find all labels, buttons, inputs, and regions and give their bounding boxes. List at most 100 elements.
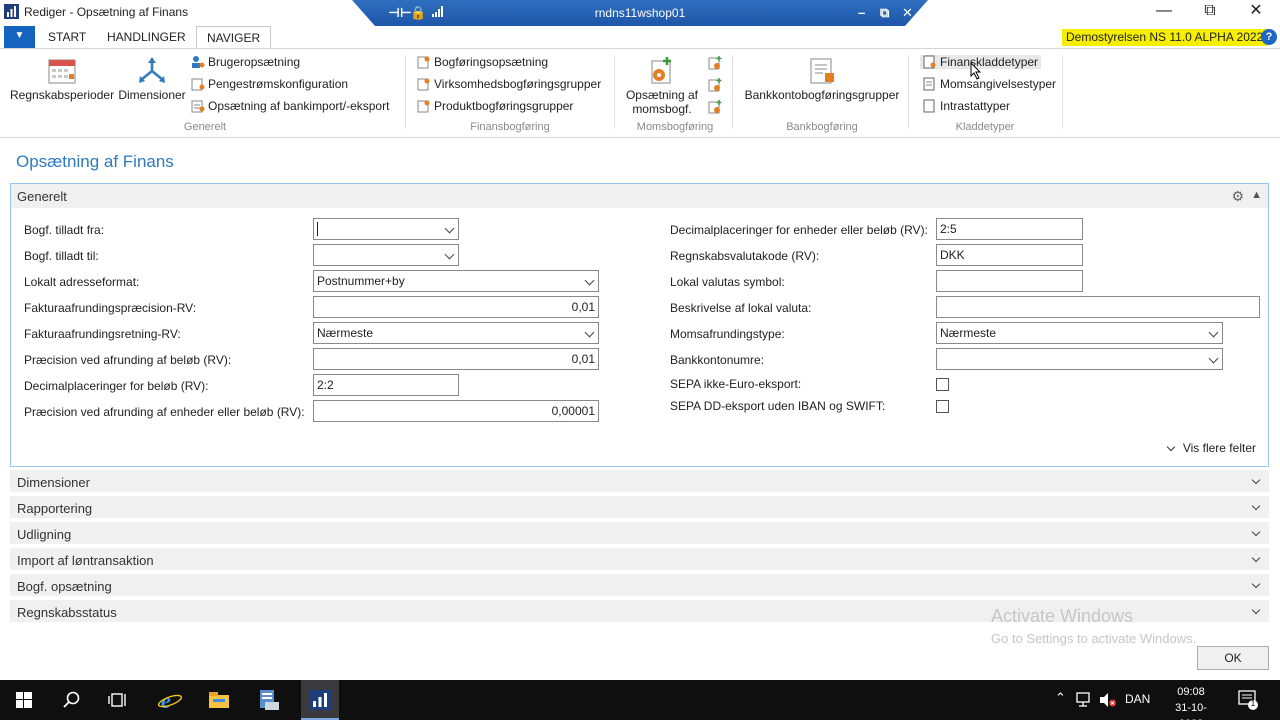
momsbogf-opsaetning-button[interactable]: Opsætning af momsbogf.	[622, 55, 702, 116]
dynamics-nav-icon	[309, 690, 331, 710]
bogf-tilladt-fra-input[interactable]	[313, 218, 459, 240]
fakturaafrundingsretning-select[interactable]: Nærmeste	[313, 322, 599, 344]
show-more-fields-link[interactable]: Vis flere felter	[1166, 441, 1256, 455]
ok-button[interactable]: OK	[1197, 646, 1269, 670]
chevron-down-icon	[444, 249, 455, 260]
group-label-bankbogforing: Bankbogføring	[786, 121, 858, 133]
chevron-up-icon[interactable]: ▲	[1251, 189, 1262, 201]
posting-setup-icon	[417, 56, 430, 69]
fasttab-label: Dimensioner	[17, 475, 90, 490]
momsafrundingstype-select[interactable]: Nærmeste	[936, 322, 1223, 344]
vat-product-group-icon[interactable]	[707, 77, 723, 93]
field-value: Postnummer+by	[317, 274, 405, 288]
regnskabsvalutakode-input[interactable]: DKK	[936, 244, 1083, 266]
vat-statement-icon[interactable]	[707, 99, 723, 115]
remote-close-icon[interactable]: ✕	[902, 5, 913, 21]
fasttab-udligning[interactable]: Udligning	[10, 522, 1269, 546]
text-caret	[317, 222, 318, 236]
fasttab-generelt: Generelt ⚙ ▲ Bogf. tilladt fra: Bogf. ti…	[10, 183, 1269, 467]
taskbar: e ⌃ DAN 09:08 31-10- 1	[0, 680, 1280, 720]
internet-explorer-icon[interactable]: e	[157, 688, 183, 712]
dimensioner-button[interactable]: Dimensioner	[117, 57, 187, 102]
file-explorer-icon[interactable]	[206, 688, 232, 712]
group-label-finansbogforing: Finansbogføring	[470, 121, 550, 133]
praecision-afrunding-beloeb-input[interactable]: 0,01	[313, 348, 599, 370]
ribbon-separator	[1062, 55, 1063, 129]
fasttab-import-loentransaktion[interactable]: Import af løntransaktion	[10, 548, 1269, 572]
intrastattyper-link[interactable]: Intrastattyper	[923, 99, 1010, 113]
fakturaafrundingspraecision-input[interactable]: 0,01	[313, 296, 599, 318]
pengestroms-link[interactable]: Pengestrømskonfiguration	[191, 77, 348, 91]
fasttab-generelt-header[interactable]: Generelt ⚙ ▲	[11, 184, 1268, 208]
volume-muted-icon[interactable]	[1099, 692, 1117, 708]
fasttab-rapportering[interactable]: Rapportering	[10, 496, 1269, 520]
produkt-label: Produktbogføringsgrupper	[434, 99, 574, 113]
remote-restore-icon[interactable]: ⧉	[880, 5, 889, 21]
momsbogf-line1: Opsætning af	[625, 88, 699, 102]
sepa-ikke-euro-checkbox[interactable]	[936, 378, 949, 391]
vat-business-group-icon[interactable]	[707, 55, 723, 71]
fasttab-generelt-label: Generelt	[17, 189, 67, 204]
field-value: 0,01	[571, 300, 595, 314]
search-icon[interactable]	[59, 688, 85, 712]
produkt-link[interactable]: Produktbogføringsgrupper	[417, 99, 573, 113]
field-label: Beskrivelse af lokal valuta:	[670, 301, 812, 315]
field-value: 2:2	[317, 378, 334, 392]
network-icon[interactable]	[1076, 692, 1094, 708]
tab-naviger[interactable]: NAVIGER	[196, 26, 272, 49]
server-manager-icon[interactable]	[255, 688, 281, 712]
vat-setup-icon	[651, 57, 671, 84]
momsangivelsestyper-link[interactable]: Momsangivelsestyper	[923, 77, 1056, 91]
field-value: 0,01	[571, 352, 595, 366]
clock[interactable]: 09:08 31-10-2022	[1163, 684, 1219, 720]
field-label: Bankkontonumre:	[670, 353, 765, 367]
fasttab-label: Bogf. opsætning	[17, 579, 112, 594]
decimalplaceringer-beloeb-input[interactable]: 2:2	[313, 374, 459, 396]
clock-time: 09:08	[1177, 686, 1205, 698]
product-posting-group-icon	[417, 100, 430, 113]
mouse-cursor-icon	[970, 62, 982, 80]
maximize-button[interactable]: ⧉	[1187, 0, 1233, 24]
fasttab-dimensioner[interactable]: Dimensioner	[10, 470, 1269, 494]
field-value: DKK	[940, 248, 965, 262]
field-label: Lokalt adresseformat:	[24, 275, 140, 289]
tab-handlinger[interactable]: HANDLINGER	[97, 26, 196, 48]
bankkonto-button[interactable]: Bankkontobogføringsgrupper	[740, 55, 904, 102]
beskrivelse-lokal-valuta-input[interactable]	[936, 296, 1260, 318]
app-window: Rediger - Opsætning af Finans ⊣⊢ 🔒 rndns…	[0, 0, 1280, 720]
chevron-up-icon[interactable]: ⌃	[1055, 690, 1066, 706]
praecision-afrunding-enheder-input[interactable]: 0,00001	[313, 400, 599, 422]
sepa-dd-checkbox[interactable]	[936, 400, 949, 413]
virksomhed-link[interactable]: Virksomhedsbogføringsgrupper	[417, 77, 601, 91]
bankimport-link[interactable]: Opsætning af bankimport/-eksport	[191, 99, 389, 113]
lokal-valutas-symbol-input[interactable]	[936, 270, 1083, 292]
bogforingsopsaetning-link[interactable]: Bogføringsopsætning	[417, 55, 548, 69]
brugeropsaetning-link[interactable]: Brugeropsætning	[191, 55, 300, 69]
field-label: SEPA DD-eksport uden IBAN og SWIFT:	[670, 399, 886, 413]
language-indicator[interactable]: DAN	[1125, 692, 1150, 706]
chevron-down-icon	[1251, 579, 1261, 589]
tab-start[interactable]: START	[38, 26, 96, 48]
gear-icon[interactable]: ⚙	[1231, 188, 1244, 205]
bankkontonumre-select[interactable]	[936, 348, 1223, 370]
bogf-tilladt-til-input[interactable]	[313, 244, 459, 266]
minimize-button[interactable]: —	[1141, 0, 1187, 24]
help-icon[interactable]: ?	[1261, 29, 1277, 45]
remote-minimize-icon[interactable]: –	[858, 5, 865, 20]
business-posting-group-icon	[417, 78, 430, 91]
taskbar-active-app[interactable]	[301, 680, 339, 720]
task-view-icon[interactable]	[106, 688, 132, 712]
app-menu-button[interactable]: ▼	[4, 26, 35, 48]
window-title: Rediger - Opsætning af Finans	[24, 5, 189, 19]
company-badge: Demostyrelsen NS 11.0 ALPHA 2022	[1062, 29, 1268, 46]
decimalplaceringer-enheder-input[interactable]: 2:5	[936, 218, 1083, 240]
field-value: Nærmeste	[940, 326, 997, 340]
windows-start-icon[interactable]	[11, 688, 37, 712]
chevron-down-icon	[1166, 442, 1176, 452]
fasttab-bogf-opsaetning[interactable]: Bogf. opsætning	[10, 574, 1269, 598]
calendar-icon	[48, 59, 76, 84]
field-label: Præcision ved afrunding af beløb (RV):	[24, 353, 232, 367]
regnskabsperioder-button[interactable]: Regnskabsperioder	[10, 57, 114, 102]
lokalt-adresseformat-select[interactable]: Postnummer+by	[313, 270, 599, 292]
close-button[interactable]: ✕	[1233, 0, 1279, 24]
